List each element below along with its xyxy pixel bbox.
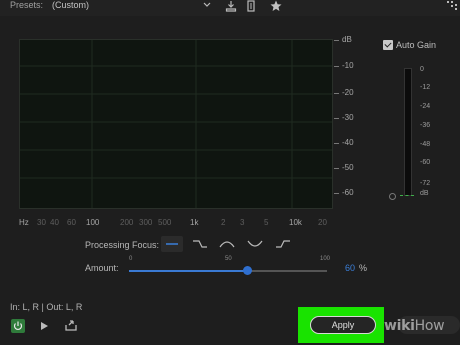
freq-scale-label: 3 <box>240 218 245 227</box>
db-tick <box>334 40 339 41</box>
meter-scale-label: dB <box>420 190 429 197</box>
slider-tick-label: 50 <box>225 256 232 262</box>
freq-scale-label: 2 <box>221 218 226 227</box>
meter-scale-label: -12 <box>420 84 431 91</box>
favorite-star-icon[interactable] <box>270 0 282 12</box>
routing-icon[interactable] <box>446 0 458 12</box>
db-tick <box>334 168 339 169</box>
freq-scale-label: 100 <box>86 218 100 227</box>
db-tick <box>334 193 339 194</box>
amount-unit: % <box>359 263 368 273</box>
delete-preset-icon[interactable] <box>245 0 257 12</box>
chevron-down-icon[interactable] <box>202 0 212 10</box>
db-scale-label: -10 <box>342 61 354 70</box>
db-tick <box>334 143 339 144</box>
meter-scale-label: -48 <box>420 141 431 148</box>
mid-cut-focus-icon[interactable] <box>244 236 266 252</box>
meter-scale-label: -72 <box>420 180 431 187</box>
watermark-logo: wikiHow <box>384 318 445 334</box>
freq-scale-label: 10k <box>289 218 302 227</box>
db-tick <box>334 66 339 67</box>
export-icon[interactable] <box>64 318 78 332</box>
presets-dropdown[interactable]: (Custom) <box>52 0 89 10</box>
freq-scale-label: 500 <box>158 218 172 227</box>
freq-scale-label: 40 <box>50 218 59 227</box>
freq-scale-label: 1k <box>190 218 199 227</box>
presets-bar: Presets: (Custom) <box>0 0 460 16</box>
save-preset-icon[interactable] <box>225 0 237 12</box>
freq-scale-label: 30 <box>37 218 46 227</box>
gain-meter <box>404 68 412 196</box>
db-scale-label: -60 <box>342 188 354 197</box>
freq-scale-label: Hz <box>19 218 29 227</box>
meter-scale-label: -60 <box>420 159 431 166</box>
freq-scale-label: 60 <box>67 218 76 227</box>
amount-slider-thumb[interactable] <box>243 266 253 275</box>
flat-focus-icon[interactable] <box>161 236 183 252</box>
play-icon[interactable] <box>38 320 50 332</box>
db-scale-label: -30 <box>342 113 354 122</box>
freq-scale-label: 20 <box>318 218 327 227</box>
freq-scale-label: 300 <box>139 218 153 227</box>
db-scale-label: -50 <box>342 163 354 172</box>
io-channels-label: In: L, R | Out: L, R <box>10 302 83 312</box>
gain-knob[interactable] <box>389 193 396 200</box>
meter-scale-label: 0 <box>420 66 424 73</box>
processing-focus-label: Processing Focus: <box>85 240 160 250</box>
gain-meter-indicator <box>400 195 414 197</box>
frequency-graph[interactable] <box>19 39 333 209</box>
freq-scale-label: 200 <box>120 218 134 227</box>
db-scale-label: -20 <box>342 88 354 97</box>
mid-boost-focus-icon[interactable] <box>216 236 238 252</box>
amount-label: Amount: <box>85 263 119 273</box>
meter-scale-label: -36 <box>420 122 431 129</box>
meter-scale-label: -24 <box>420 103 431 110</box>
amount-value[interactable]: 60 <box>345 263 355 273</box>
db-scale-label: dB <box>342 35 352 44</box>
high-cut-focus-icon[interactable] <box>189 236 211 252</box>
db-tick <box>334 93 339 94</box>
db-scale-label: -40 <box>342 138 354 147</box>
auto-gain-label: Auto Gain <box>396 40 437 50</box>
auto-gain-checkbox[interactable] <box>383 40 393 50</box>
db-tick <box>334 118 339 119</box>
slider-tick-label: 100 <box>320 256 331 262</box>
auto-gain-toggle[interactable]: Auto Gain <box>383 40 436 50</box>
presets-label: Presets: <box>10 0 44 10</box>
freq-scale-label: 5 <box>264 218 269 227</box>
slider-tick-label: 0 <box>129 256 133 262</box>
apply-button[interactable]: Apply <box>310 316 376 334</box>
power-icon[interactable] <box>11 319 25 333</box>
low-cut-focus-icon[interactable] <box>272 236 294 252</box>
graph-grid <box>20 40 332 208</box>
amount-slider-fill <box>129 270 248 272</box>
